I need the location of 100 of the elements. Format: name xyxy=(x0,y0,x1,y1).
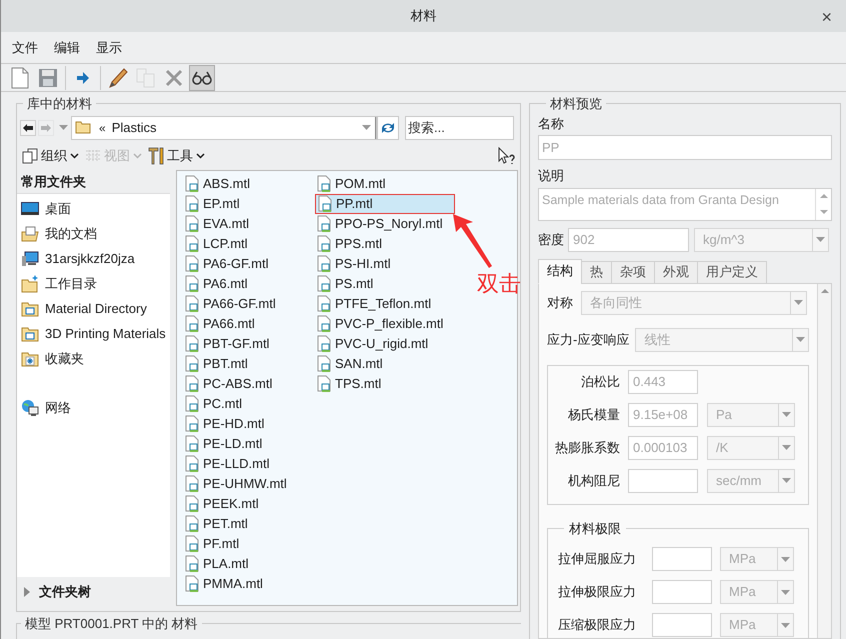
file-icon xyxy=(185,275,199,292)
dropdown-arrow-icon xyxy=(796,337,806,342)
scrollbar[interactable] xyxy=(817,284,832,638)
file-icon xyxy=(317,335,331,352)
file-item[interactable]: SAN.mtl xyxy=(315,354,385,374)
glasses-icon xyxy=(191,70,213,84)
file-item[interactable]: PA6-GF.mtl xyxy=(183,254,270,274)
window-title: 材料 xyxy=(410,7,436,26)
sidebar-item[interactable]: 31arsjkkzf20jza xyxy=(17,246,170,272)
command-button[interactable]: 组织 xyxy=(22,146,79,166)
computer-icon xyxy=(21,251,39,267)
pages-icon xyxy=(22,148,38,164)
field-label: 泊松比 xyxy=(580,372,620,391)
file-item[interactable]: TPS.mtl xyxy=(315,374,384,394)
file-item[interactable]: PC.mtl xyxy=(183,394,244,414)
grid-icon xyxy=(85,148,101,162)
field-label: 应力-应变响应 xyxy=(547,330,630,349)
menu-item[interactable]: 显示 xyxy=(96,38,122,58)
file-icon xyxy=(185,255,199,272)
text-field[interactable] xyxy=(628,468,698,492)
sidebar-item[interactable]: 收藏夹 xyxy=(17,346,170,372)
file-item[interactable]: EVA.mtl xyxy=(183,214,251,234)
file-icon xyxy=(185,575,199,592)
dropdown-arrow-icon xyxy=(781,622,790,628)
file-item[interactable]: PMMA.mtl xyxy=(183,574,265,594)
chevron-down-icon xyxy=(133,152,142,158)
file-item[interactable]: PLA.mtl xyxy=(183,554,251,574)
folder-icon xyxy=(21,326,39,342)
text-field[interactable] xyxy=(652,547,712,571)
file-icon xyxy=(317,255,331,272)
tools-icon xyxy=(148,146,164,164)
file-icon xyxy=(185,315,199,332)
file-item[interactable]: PP.mtl xyxy=(315,194,455,214)
address-bar[interactable]: « Plastics xyxy=(71,116,377,140)
sidebar-item[interactable]: 桌面 xyxy=(17,196,170,222)
file-item[interactable]: ABS.mtl xyxy=(183,174,252,194)
field-label: 对称 xyxy=(547,294,573,312)
file-icon xyxy=(185,195,199,212)
file-item[interactable]: PVC-U_rigid.mtl xyxy=(315,334,430,354)
file-icon xyxy=(317,235,331,252)
file-item[interactable]: PA6.mtl xyxy=(183,274,250,294)
file-icon xyxy=(318,195,332,212)
folder-star-icon xyxy=(21,351,39,367)
file-item[interactable]: PPS.mtl xyxy=(315,234,384,254)
back-button[interactable] xyxy=(20,120,36,136)
file-item[interactable]: LCP.mtl xyxy=(183,234,250,254)
refresh-button[interactable] xyxy=(377,116,399,140)
file-item[interactable]: PTFE_Teflon.mtl xyxy=(315,294,434,314)
tab[interactable]: 热 xyxy=(581,260,612,284)
dropdown-arrow-icon xyxy=(362,125,371,130)
menu-item[interactable]: 文件 xyxy=(12,38,38,58)
scroll-up-icon xyxy=(820,288,829,292)
file-icon xyxy=(185,475,199,492)
sidebar-item[interactable]: 网络 xyxy=(17,396,170,420)
pencil-icon xyxy=(108,66,128,88)
field-label: 压缩极限应力 xyxy=(558,616,637,634)
breadcrumb-marker: « xyxy=(99,120,106,136)
file-item[interactable]: PS.mtl xyxy=(315,274,376,294)
file-item[interactable]: PE-LD.mtl xyxy=(183,434,264,454)
file-item[interactable]: PC-ABS.mtl xyxy=(183,374,274,394)
sidebar-item[interactable]: 工作目录 xyxy=(17,272,170,296)
sidebar-item[interactable]: 3D Printing Materials xyxy=(17,322,170,346)
file-item[interactable]: POM.mtl xyxy=(315,174,388,194)
menu-item[interactable]: 编辑 xyxy=(54,38,80,58)
tab[interactable]: 结构 xyxy=(538,258,582,284)
text-field[interactable] xyxy=(652,580,712,604)
file-item[interactable]: PE-LLD.mtl xyxy=(183,454,272,474)
file-item[interactable]: PEEK.mtl xyxy=(183,494,261,514)
file-item[interactable]: PVC-P_flexible.mtl xyxy=(315,314,446,334)
file-item[interactable]: PS-HI.mtl xyxy=(315,254,393,274)
search-field[interactable]: 搜索... xyxy=(405,116,514,140)
arrow-left-icon xyxy=(23,124,33,132)
file-item[interactable]: PA66-GF.mtl xyxy=(183,294,278,314)
save-icon xyxy=(38,66,58,88)
file-item[interactable]: PE-UHMW.mtl xyxy=(183,474,289,494)
file-item[interactable]: PF.mtl xyxy=(183,534,242,554)
file-item[interactable]: EP.mtl xyxy=(183,194,242,214)
file-item[interactable]: PBT-GF.mtl xyxy=(183,334,272,354)
file-item[interactable]: PE-HD.mtl xyxy=(183,414,266,434)
help-cursor-icon xyxy=(498,146,516,164)
text-field[interactable] xyxy=(652,613,712,637)
file-icon xyxy=(317,315,331,332)
file-icon xyxy=(185,415,199,432)
folder-icon xyxy=(75,121,91,134)
folder-document-icon xyxy=(21,226,39,242)
folder-tree-toggle[interactable]: 文件夹树 xyxy=(17,576,170,606)
file-item[interactable]: PBT.mtl xyxy=(183,354,250,374)
close-button[interactable]: × xyxy=(821,4,832,31)
file-item[interactable]: PPO-PS_Noryl.mtl xyxy=(315,214,445,234)
sidebar-item[interactable]: 我的文档 xyxy=(17,222,170,246)
new-document-icon xyxy=(11,66,29,88)
file-icon xyxy=(185,235,199,252)
file-item[interactable]: PET.mtl xyxy=(183,514,250,534)
tab[interactable]: 用户定义 xyxy=(697,260,767,284)
file-item[interactable]: PA66.mtl xyxy=(183,314,257,334)
command-button[interactable]: 工具 xyxy=(148,146,205,166)
field-label: 密度 xyxy=(538,230,564,249)
preview-button[interactable] xyxy=(189,64,215,90)
dropdown-arrow-icon xyxy=(782,412,791,417)
sidebar-item[interactable]: Material Directory xyxy=(17,296,170,322)
